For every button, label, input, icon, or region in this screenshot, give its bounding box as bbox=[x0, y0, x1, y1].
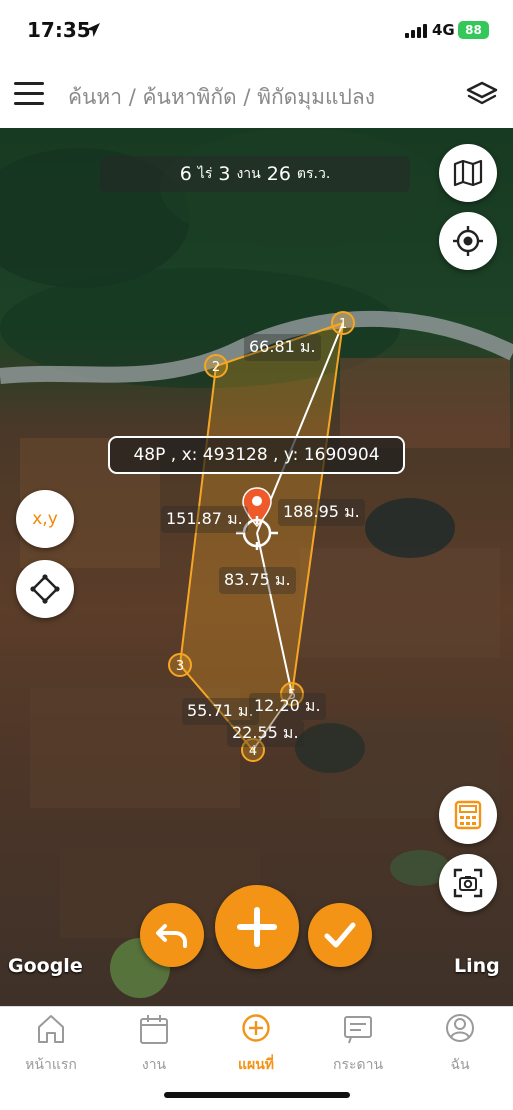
status-time: 17:35 bbox=[27, 18, 91, 42]
map-icon bbox=[453, 159, 483, 187]
calculator-button[interactable] bbox=[439, 786, 497, 844]
tab-profile[interactable]: ฉัน bbox=[410, 1013, 510, 1075]
vertex-label: 1 bbox=[339, 317, 347, 332]
area-rai-unit: ไร่ bbox=[197, 166, 213, 182]
distance-label: 188.95 ม. bbox=[278, 499, 365, 526]
tab-map[interactable]: แผนที่ bbox=[206, 1013, 306, 1075]
distance-label: 83.75 ม. bbox=[219, 567, 296, 594]
calendar-icon bbox=[140, 1015, 168, 1044]
map-view[interactable]: 1 2 3 4 5 6 ไร่ 3 งาน 26 ตร.ว. 48P , x: … bbox=[0, 128, 513, 1006]
hamburger-menu-icon[interactable] bbox=[14, 82, 46, 106]
diamond-vertex-icon bbox=[30, 574, 60, 604]
board-icon bbox=[344, 1016, 372, 1044]
vertex-marker[interactable]: 3 bbox=[167, 652, 193, 678]
cellular-signal-icon bbox=[405, 24, 427, 38]
network-type: 4G bbox=[432, 21, 455, 39]
location-arrow-icon bbox=[86, 23, 100, 37]
screenshot-button[interactable] bbox=[439, 854, 497, 912]
undo-button[interactable] bbox=[140, 903, 204, 967]
navigation-bar: ค้นหา / ค้นหาพิกัด / พิกัดมุมแปลง bbox=[0, 62, 513, 128]
ling-attribution: Ling bbox=[454, 955, 500, 977]
check-icon bbox=[324, 922, 356, 948]
breadcrumb: ค้นหา / ค้นหาพิกัด / พิกัดมุมแปลง bbox=[68, 85, 375, 109]
tab-jobs[interactable]: งาน bbox=[104, 1013, 204, 1075]
add-point-button[interactable] bbox=[215, 885, 299, 969]
my-location-button[interactable] bbox=[439, 212, 497, 270]
tab-label: ฉัน bbox=[450, 1057, 470, 1073]
distance-label: 12.20 ม. bbox=[249, 693, 326, 720]
xy-input-button[interactable]: x,y bbox=[16, 490, 74, 548]
layers-icon[interactable] bbox=[466, 80, 498, 108]
area-wa-value: 26 bbox=[266, 163, 291, 185]
screenshot-icon bbox=[453, 868, 483, 898]
google-attribution: Google bbox=[8, 955, 83, 977]
home-indicator bbox=[164, 1092, 350, 1098]
calculator-icon bbox=[454, 800, 482, 830]
area-ngan-unit: งาน bbox=[236, 166, 261, 182]
area-ngan-value: 3 bbox=[218, 163, 231, 185]
tab-label: งาน bbox=[141, 1057, 167, 1073]
vertex-marker[interactable]: 2 bbox=[203, 353, 229, 379]
battery-icon: 88 bbox=[458, 21, 489, 39]
plus-circle-icon bbox=[242, 1014, 270, 1042]
distance-label: 151.87 ม. bbox=[161, 506, 248, 533]
tab-label: หน้าแรก bbox=[25, 1057, 77, 1073]
tab-board[interactable]: กระดาน bbox=[308, 1013, 408, 1075]
vertex-mode-button[interactable] bbox=[16, 560, 74, 618]
area-summary: 6 ไร่ 3 งาน 26 ตร.ว. bbox=[100, 156, 410, 192]
tab-label: กระดาน bbox=[332, 1057, 384, 1073]
map-type-button[interactable] bbox=[439, 144, 497, 202]
tab-home[interactable]: หน้าแรก bbox=[1, 1013, 101, 1075]
user-icon bbox=[446, 1014, 474, 1042]
undo-icon bbox=[156, 924, 187, 948]
tab-label: แผนที่ bbox=[237, 1057, 275, 1073]
coordinate-readout: 48P , x: 493128 , y: 1690904 bbox=[108, 436, 405, 474]
status-bar: 17:35 4G 88 bbox=[0, 0, 513, 62]
plus-icon bbox=[237, 907, 277, 947]
vertex-marker[interactable]: 1 bbox=[330, 310, 356, 336]
distance-label: 22.55 ม. bbox=[227, 720, 304, 747]
home-icon bbox=[38, 1015, 64, 1043]
confirm-button[interactable] bbox=[308, 903, 372, 967]
area-rai-value: 6 bbox=[179, 163, 192, 185]
vertex-label: 3 bbox=[176, 659, 184, 674]
distance-label: 66.81 ม. bbox=[244, 334, 321, 361]
vertex-label: 2 bbox=[212, 360, 220, 375]
crosshair-icon bbox=[453, 226, 483, 256]
area-wa-unit: ตร.ว. bbox=[296, 166, 331, 182]
